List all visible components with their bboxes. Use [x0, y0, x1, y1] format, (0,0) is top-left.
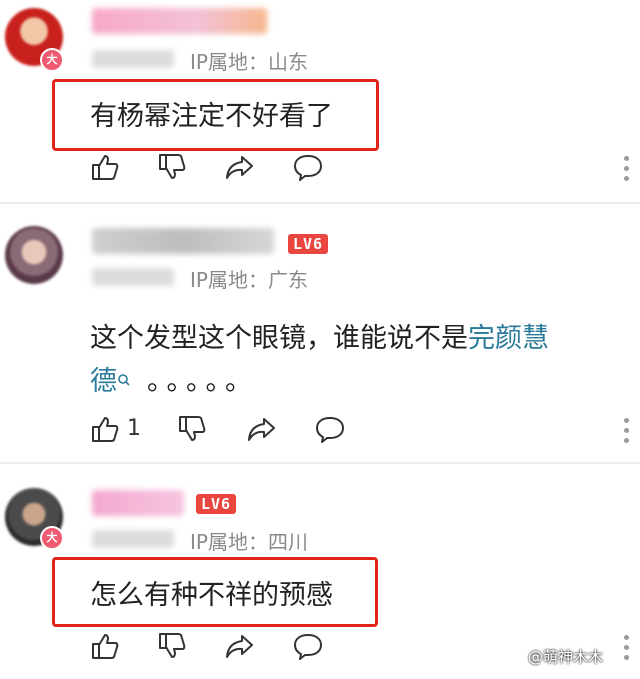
dislike-button[interactable] — [157, 152, 187, 182]
dislike-button[interactable] — [157, 631, 187, 661]
search-icon[interactable] — [117, 363, 131, 394]
more-icon[interactable] — [624, 635, 632, 665]
username[interactable] — [92, 490, 184, 516]
ip-location: IP属地：广东 — [190, 268, 308, 292]
ip-location: IP属地：四川 — [190, 530, 308, 554]
share-button[interactable] — [224, 152, 254, 182]
like-button[interactable] — [90, 414, 120, 444]
share-icon — [226, 156, 253, 179]
comment-icon — [294, 634, 322, 660]
avatar[interactable] — [5, 226, 63, 284]
badge: 大 — [40, 526, 64, 550]
like-button[interactable] — [90, 152, 120, 182]
level-badge: LV6 — [288, 234, 328, 254]
reply-button[interactable] — [315, 414, 345, 444]
like-count: 1 — [127, 416, 141, 441]
username[interactable] — [92, 8, 267, 34]
reply-button[interactable] — [293, 152, 323, 182]
username[interactable] — [92, 228, 274, 254]
more-icon[interactable] — [624, 156, 632, 186]
thumbs-up-icon — [92, 634, 119, 659]
ip-location: IP属地：山东 — [190, 50, 308, 74]
thumbs-up-icon — [92, 155, 119, 180]
comment-icon — [294, 155, 322, 181]
reply-button[interactable] — [293, 631, 323, 661]
comment-text: 有杨幂注定不好看了 — [90, 101, 333, 132]
comment-text: 这个发型这个眼镜，谁能说不是 — [90, 323, 468, 354]
more-icon[interactable] — [624, 418, 632, 448]
user-meta — [92, 268, 174, 286]
badge: 大 — [40, 48, 64, 72]
share-button[interactable] — [224, 631, 254, 661]
comment-text-line-1: 这个发型这个眼镜，谁能说不是完颜慧 — [90, 316, 549, 355]
thumbs-down-icon — [159, 633, 186, 658]
dislike-button[interactable] — [177, 414, 207, 444]
share-button[interactable] — [246, 414, 276, 444]
like-button[interactable] — [90, 631, 120, 661]
comment-icon — [316, 417, 344, 443]
comment-text: 怎么有种不祥的预感 — [90, 580, 333, 611]
search-link[interactable]: 完颜慧 — [468, 323, 549, 354]
share-icon — [248, 418, 275, 441]
comment-text-line-2: 德 。。。。。 — [90, 359, 258, 398]
thumbs-down-icon — [159, 154, 186, 179]
level-badge: LV6 — [196, 494, 236, 514]
share-icon — [226, 635, 253, 658]
thumbs-up-icon — [92, 417, 119, 442]
user-meta — [92, 50, 174, 68]
comment-text-suffix: 。。。。。 — [147, 366, 258, 397]
user-meta — [92, 530, 174, 548]
thumbs-down-icon — [179, 416, 206, 441]
comment-2: LV6 IP属地：广东 这个发型这个眼镜，谁能说不是完颜慧 德 。。。。。 1 — [0, 204, 640, 462]
search-link-continued[interactable]: 德 — [90, 366, 117, 397]
comment-1: 大 IP属地：山东 有杨幂注定不好看了 — [0, 0, 640, 202]
watermark: @萌神木木 — [528, 648, 604, 666]
